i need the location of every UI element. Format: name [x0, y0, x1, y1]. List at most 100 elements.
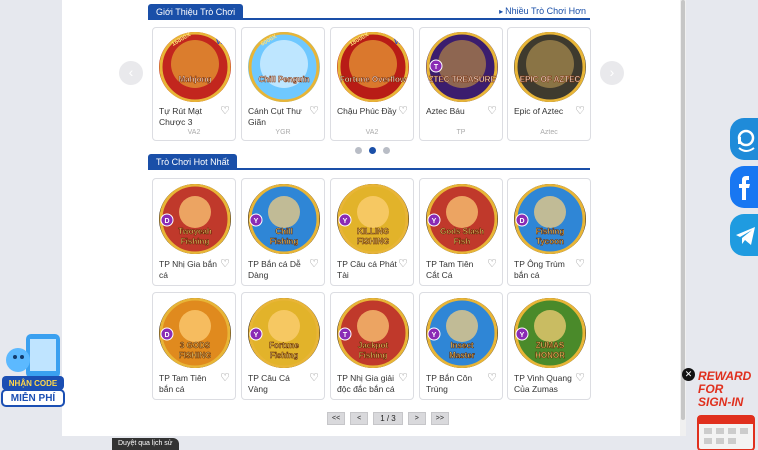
game-logo-text: Gods Slash [440, 227, 484, 236]
first-page-button[interactable]: << [327, 412, 346, 425]
game-logo-text: Chill [275, 227, 292, 236]
facebook-icon [739, 176, 750, 200]
hot-game-card[interactable]: Gods Slash Fish Y TP Tam Tiên Cắt Cá ♡ [419, 178, 503, 286]
hot-game-card[interactable]: Fortune Fishing Y TP Câu Cá Vàng ♡ [241, 292, 325, 400]
last-page-button[interactable]: >> [430, 412, 449, 425]
support-button[interactable] [730, 118, 758, 160]
favorite-heart-icon[interactable]: ♡ [487, 371, 497, 384]
game-name: TP Câu Cá Vàng [248, 373, 290, 394]
provider-badge: D [519, 218, 524, 225]
game-thumbnail[interactable]: Mahjong 16800X VA [159, 32, 231, 102]
game-thumbnail[interactable]: ZUMAS HONOR Y [514, 298, 586, 368]
featured-game-card[interactable]: AZTEC TREASURES T Aztec Báu ♡ TP [419, 27, 503, 141]
favorite-heart-icon[interactable]: ♡ [575, 371, 585, 384]
favorite-heart-icon[interactable]: ♡ [487, 257, 497, 270]
game-thumbnail[interactable]: Gods Slash Fish Y [426, 184, 498, 254]
favorite-heart-icon[interactable]: ♡ [487, 104, 497, 117]
browsing-history-bar[interactable]: Duyệt qua lịch sử [112, 438, 179, 450]
carousel-dot[interactable] [383, 147, 390, 154]
favorite-heart-icon[interactable]: ♡ [575, 104, 585, 117]
favorite-heart-icon[interactable]: ♡ [309, 104, 319, 117]
game-logo-text: Mahjong [179, 75, 212, 84]
game-logo-text: Fish [454, 237, 471, 246]
game-logo-text: Fortune [269, 341, 299, 350]
game-name: Chậu Phúc Đầy [337, 106, 397, 116]
hot-game-card[interactable]: 3 GODS FISHING D TP Tam Tiên bắn cá ♡ [152, 292, 236, 400]
hot-game-card[interactable]: KILLING FISHING Y TP Câu cá Phát Tài ♡ [330, 178, 414, 286]
game-thumbnail[interactable]: Jackpot Fishing T [337, 298, 409, 368]
game-name: TP Nhị Gia giải độc đắc bắn cá [337, 373, 395, 394]
free-code-promo[interactable]: NHẬN CODE MIỄN PHÍ [0, 332, 66, 410]
telegram-button[interactable] [730, 214, 758, 256]
favorite-heart-icon[interactable]: ♡ [398, 257, 408, 270]
game-name: TP Vinh Quang Của Zumas [514, 373, 572, 394]
favorite-heart-icon[interactable]: ♡ [309, 257, 319, 270]
page-indicator: 1 / 3 [373, 412, 403, 425]
game-logo-text: Fishing [359, 351, 388, 360]
promo-left-line2: MIỄN PHÍ [10, 393, 56, 404]
hot-game-card[interactable]: Jackpot Fishing T TP Nhị Gia giải độc đắc b… [330, 292, 414, 400]
favorite-heart-icon[interactable]: ♡ [398, 104, 408, 117]
game-provider: Aztec [540, 129, 558, 136]
game-logo-text: 3 GODS [180, 341, 211, 350]
carousel-dot-active[interactable] [369, 147, 376, 154]
game-name: Aztec Báu [426, 106, 465, 116]
game-logo-text: Chill Penguin [258, 75, 309, 84]
game-logo-text: FISHING [357, 237, 389, 246]
featured-game-card[interactable]: EPIC OF AZTEC Epic of Aztec ♡ Aztec [507, 27, 591, 141]
more-games-link[interactable]: ▸ Nhiều Trò Chơi Hơn [499, 6, 586, 16]
game-logo-text: Fishing [536, 227, 565, 236]
game-thumbnail[interactable]: Fortune Fishing Y [248, 298, 320, 368]
featured-section-header: Giới Thiệu Trò Chơi ▸ Nhiều Trò Chơi Hơn [148, 4, 590, 20]
game-thumbnail[interactable]: Fortune Overflow 18000X VA [337, 32, 409, 102]
favorite-heart-icon[interactable]: ♡ [575, 257, 585, 270]
hot-game-card[interactable]: Chill Fishing Y TP Bắn cá Dễ Dàng ♡ [241, 178, 325, 286]
game-thumbnail[interactable]: Insect Master Y [426, 298, 498, 368]
prev-page-button[interactable]: < [350, 412, 369, 425]
hot-game-card[interactable]: Twoyeah Fishing D TP Nhị Gia bắn cá ♡ [152, 178, 236, 286]
carousel-next-button[interactable]: › [600, 61, 624, 85]
favorite-heart-icon[interactable]: ♡ [398, 371, 408, 384]
game-thumbnail[interactable]: AZTEC TREASURES T [426, 32, 498, 102]
provider-badge: VA [394, 37, 405, 46]
calendar-icon [697, 415, 755, 450]
scrollbar-thumb[interactable] [681, 0, 685, 420]
favorite-heart-icon[interactable]: ♡ [220, 371, 230, 384]
facebook-button[interactable] [730, 166, 758, 208]
game-name: TP Tam Tiên bắn cá [159, 373, 207, 394]
game-name: TP Nhị Gia bắn cá [159, 259, 217, 280]
carousel-prev-button[interactable]: ‹ [119, 61, 143, 85]
reward-signin-promo[interactable]: REWARD FOR SIGN-IN [690, 368, 758, 450]
favorite-heart-icon[interactable]: ♡ [220, 257, 230, 270]
game-name: TP Bắn cá Dễ Dàng [248, 259, 301, 280]
hot-game-card[interactable]: ZUMAS HONOR Y TP Vinh Quang Của Zumas ♡ [507, 292, 591, 400]
game-logo-text: KILLING [357, 227, 389, 236]
game-logo-text: Fishing [181, 237, 210, 246]
game-name: TP Bắn Côn Trùng [426, 373, 473, 394]
game-name: TP Ông Trùm bắn cá [514, 259, 565, 280]
featured-game-card[interactable]: Chill Penguin 6000X Cánh Cụt Thư Giãn ♡ YGR [241, 27, 325, 141]
provider-badge: VA [216, 37, 227, 46]
game-thumbnail[interactable]: EPIC OF AZTEC [514, 32, 586, 102]
game-logo-text: Tycoon [536, 237, 564, 246]
game-logo-text: Jackpot [358, 341, 389, 350]
promo-right-line3: SIGN-IN [698, 395, 744, 409]
game-logo-text: Insect [450, 341, 473, 350]
game-thumbnail[interactable]: Twoyeah Fishing D [159, 184, 231, 254]
game-thumbnail[interactable]: Chill Penguin 6000X [248, 32, 320, 102]
game-logo-text: FISHING [179, 351, 211, 360]
hot-game-card[interactable]: Fishing Tycoon D TP Ông Trùm bắn cá ♡ [507, 178, 591, 286]
favorite-heart-icon[interactable]: ♡ [309, 371, 319, 384]
game-thumbnail[interactable]: Chill Fishing Y [248, 184, 320, 254]
provider-badge: T [434, 64, 439, 71]
game-logo-text: Fishing [270, 237, 299, 246]
featured-game-card[interactable]: Fortune Overflow 18000X VA Chậu Phúc Đầy ♡ VA… [330, 27, 414, 141]
game-thumbnail[interactable]: Fishing Tycoon D [514, 184, 586, 254]
game-thumbnail[interactable]: 3 GODS FISHING D [159, 298, 231, 368]
featured-game-card[interactable]: Mahjong 16800X VA Tự Rút Mạt Chược 3 ♡ VA2 [152, 27, 236, 141]
favorite-heart-icon[interactable]: ♡ [220, 104, 230, 117]
game-thumbnail[interactable]: KILLING FISHING Y [337, 184, 409, 254]
carousel-dot[interactable] [355, 147, 362, 154]
next-page-button[interactable]: > [407, 412, 426, 425]
hot-game-card[interactable]: Insect Master Y TP Bắn Côn Trùng ♡ [419, 292, 503, 400]
